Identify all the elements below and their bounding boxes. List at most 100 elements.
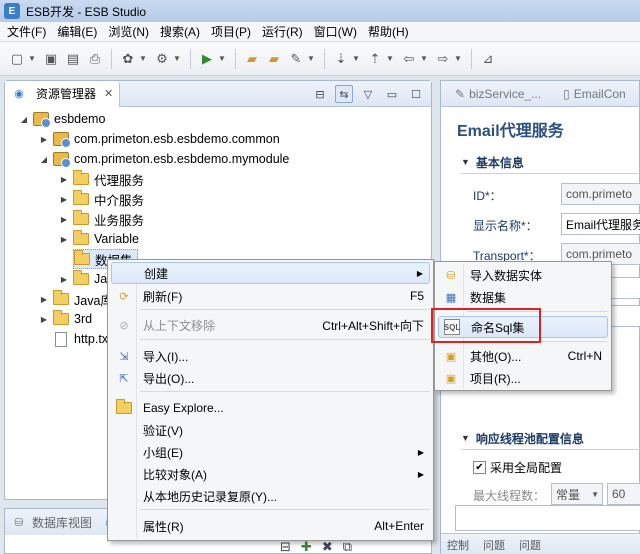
max-threads-mode-select[interactable]: 常量 ▼	[551, 483, 603, 505]
tree-item[interactable]: ◢ com.primeton.esb.esbdemo.mymodule	[39, 149, 289, 169]
delete-icon[interactable]: ✖	[322, 539, 333, 554]
print-icon[interactable]: ⎙	[86, 50, 104, 68]
tree-item[interactable]: ▶ 3rd	[39, 309, 92, 329]
menu-item-restore-history[interactable]: 从本地历史记录复原(Y)...	[111, 485, 430, 507]
max-threads-value-field[interactable]: 60	[607, 483, 640, 505]
pin-icon[interactable]: ⊿	[479, 50, 497, 68]
collapse-icon[interactable]: ⊟	[280, 539, 291, 554]
tree-item[interactable]: ▶ com.primeton.esb.esbdemo.common	[39, 129, 280, 149]
tree-item[interactable]: ▶ Variable	[59, 229, 139, 249]
tab-emailcon[interactable]: ▯ EmailCon	[549, 87, 634, 101]
menu-project[interactable]: 项目(P)	[208, 23, 259, 40]
collapse-icon[interactable]: ▶	[39, 295, 49, 304]
collapse-all-icon[interactable]: ⊟	[311, 85, 329, 103]
tree-item[interactable]: ▶ 代理服务	[59, 169, 144, 189]
tab-problem-2[interactable]: 问题	[519, 537, 541, 553]
expand-icon[interactable]: ◢	[19, 115, 29, 124]
submenu-arrow-icon: ▶	[416, 268, 423, 278]
menu-run[interactable]: 运行(R)	[259, 23, 311, 40]
minimize-icon[interactable]: ▭	[383, 85, 401, 103]
maximize-icon[interactable]: ☐	[407, 85, 425, 103]
collapse-icon[interactable]: ▶	[59, 175, 69, 184]
tab-bizservice[interactable]: ✎ bizService_...	[441, 87, 549, 101]
chevron-down-icon[interactable]: ▼	[28, 50, 36, 68]
menu-edit[interactable]: 编辑(E)	[54, 23, 105, 40]
menu-navigate[interactable]: 浏览(N)	[105, 23, 157, 40]
next-annotation-icon[interactable]: ⇣	[332, 50, 350, 68]
menu-item-team[interactable]: 小组(E) ▶	[111, 441, 430, 463]
tab-problem[interactable]: 问题	[483, 537, 505, 553]
config-area[interactable]	[455, 505, 640, 531]
editor-bottom-tabs: 控制 问题 问题	[441, 533, 640, 554]
close-icon[interactable]: ✕	[104, 87, 113, 100]
chevron-down-icon[interactable]: ▼	[352, 50, 360, 68]
menu-search[interactable]: 搜索(A)	[157, 23, 208, 40]
tree-item[interactable]: ◢ esbdemo	[19, 109, 105, 129]
section-basic-info[interactable]: ▼ 基本信息	[461, 151, 524, 173]
link-editor-icon[interactable]: ⇆	[335, 85, 353, 103]
tab-control[interactable]: 控制	[447, 537, 469, 553]
filter-icon[interactable]: ⧉	[343, 539, 352, 554]
menu-help[interactable]: 帮助(H)	[365, 23, 417, 40]
chevron-down-icon[interactable]: ▼	[307, 50, 315, 68]
menu-item-label: Easy Explore...	[143, 401, 224, 415]
menu-item-export[interactable]: ⇱ 导出(O)...	[111, 367, 430, 389]
checkbox-label: 采用全局配置	[490, 461, 563, 475]
server-icon[interactable]: ✿	[119, 50, 137, 68]
edit-icon[interactable]: ✎	[287, 50, 305, 68]
menu-item-compare[interactable]: 比较对象(A) ▶	[111, 463, 430, 485]
menu-item-create[interactable]: 创建 ▶	[111, 262, 430, 284]
collapse-icon[interactable]: ▶	[39, 315, 49, 324]
display-name-field[interactable]: Email代理服务	[561, 213, 640, 235]
menu-window[interactable]: 窗口(W)	[311, 23, 365, 40]
open-project-icon[interactable]: ▰	[265, 50, 283, 68]
expand-icon[interactable]: ◢	[39, 155, 49, 164]
menu-item-validate[interactable]: 验证(V)	[111, 419, 430, 441]
save-icon[interactable]: ▣	[42, 50, 60, 68]
collapse-icon[interactable]: ▶	[59, 195, 69, 204]
chevron-down-icon[interactable]: ▼	[173, 50, 181, 68]
id-field[interactable]: com.primeto	[561, 183, 640, 205]
chevron-down-icon[interactable]: ▼	[218, 50, 226, 68]
chevron-down-icon[interactable]: ▼	[420, 50, 428, 68]
chevron-down-icon[interactable]: ▼	[454, 50, 462, 68]
tree-item[interactable]: ▶ 业务服务	[59, 209, 144, 229]
menu-file[interactable]: 文件(F)	[4, 23, 54, 40]
prev-annotation-icon[interactable]: ⇡	[366, 50, 384, 68]
menu-item-dataset[interactable]: ▦ 数据集	[438, 286, 608, 308]
collapse-icon[interactable]: ▶	[59, 215, 69, 224]
checkbox-checked[interactable]: ✔	[473, 461, 486, 474]
menu-item-import-data-entity[interactable]: ⛁ 导入数据实体	[438, 264, 608, 286]
collapse-icon[interactable]: ▼	[461, 433, 470, 443]
tree-item[interactable]: ▶ 中介服务	[59, 189, 144, 209]
collapse-icon[interactable]: ▼	[461, 157, 470, 167]
run-icon[interactable]: ▶	[198, 50, 216, 68]
tree-item[interactable]: ▶ Java库	[39, 289, 113, 309]
open-folder-icon[interactable]: ▰	[243, 50, 261, 68]
collapse-icon[interactable]: ▶	[59, 275, 69, 284]
tab-resource-explorer[interactable]: ◉ 资源管理器 ✕	[5, 80, 121, 107]
menu-item-project[interactable]: ▣ 项目(R)...	[438, 367, 608, 389]
tree-item[interactable]: ▶ Jav	[59, 269, 113, 289]
back-icon[interactable]: ⇦	[400, 50, 418, 68]
collapse-icon[interactable]: ▶	[59, 235, 69, 244]
menu-item-refresh[interactable]: ⟳ 刷新(F) F5	[111, 285, 430, 307]
view-menu-icon[interactable]: ▽	[359, 85, 377, 103]
menu-item-other[interactable]: ▣ 其他(O)... Ctrl+N	[438, 345, 608, 367]
chevron-down-icon[interactable]: ▼	[139, 50, 147, 68]
save-all-icon[interactable]: ▤	[64, 50, 82, 68]
section-thread-pool[interactable]: ▼ 响应线程池配置信息	[461, 427, 584, 449]
chevron-down-icon[interactable]: ▼	[386, 50, 394, 68]
tab-database-view[interactable]: 数据库视图	[32, 514, 92, 531]
new-icon[interactable]: ▢	[8, 50, 26, 68]
collapse-icon[interactable]: ▶	[39, 135, 49, 144]
menu-item-remove-from-context[interactable]: ⊘ 从上下文移除 Ctrl+Alt+Shift+向下	[111, 314, 430, 336]
tree-item[interactable]: http.tx	[53, 329, 108, 349]
add-icon[interactable]: ✚	[301, 539, 312, 554]
use-global-config[interactable]: ✔ 采用全局配置	[473, 459, 562, 476]
forward-icon[interactable]: ⇨	[434, 50, 452, 68]
menu-item-properties[interactable]: 属性(R) Alt+Enter	[111, 515, 430, 537]
menu-item-easy-explore[interactable]: Easy Explore...	[111, 397, 430, 419]
wizard-icon[interactable]: ⚙	[153, 50, 171, 68]
menu-item-import[interactable]: ⇲ 导入(I)...	[111, 345, 430, 367]
